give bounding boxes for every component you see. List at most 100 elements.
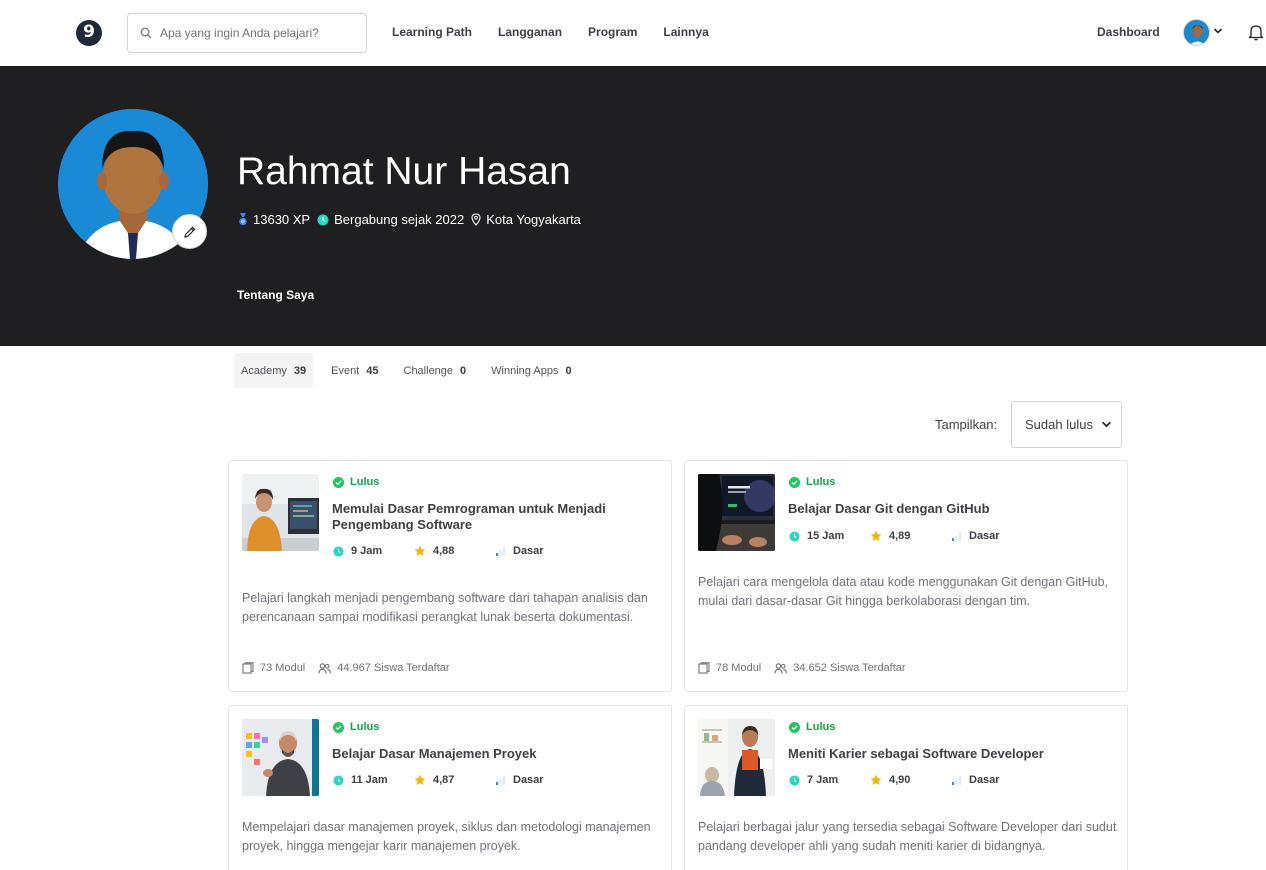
- tab-challenge[interactable]: Challenge 0: [397, 353, 474, 388]
- rating-stat: 4,90: [870, 774, 952, 786]
- status-badge: Lulus: [333, 721, 379, 733]
- level-stat: Dasar: [952, 774, 1000, 786]
- filter-value: Sudah lulus: [1025, 417, 1093, 432]
- level-stat: Dasar: [952, 530, 1000, 542]
- joined-text: Bergabung sejak 2022: [334, 212, 465, 227]
- level-text: Dasar: [513, 774, 544, 786]
- search-input[interactable]: [160, 26, 350, 40]
- modules-text: 78 Modul: [716, 662, 762, 674]
- level-bars-icon: [496, 775, 505, 785]
- level-bars-icon: [496, 546, 505, 556]
- rating-text: 4,88: [433, 545, 455, 557]
- course-stats: 11 Jam 4,87 Dasar: [333, 774, 544, 786]
- course-card[interactable]: Lulus Belajar Dasar Git dengan GitHub 15…: [684, 460, 1128, 692]
- tab-event[interactable]: Event 45: [324, 353, 385, 388]
- modules-info: 73 Modul: [242, 662, 305, 674]
- course-thumbnail: [242, 474, 319, 551]
- students-info: 44.967 Siswa Terdaftar: [318, 662, 450, 674]
- nav-link-learning-path[interactable]: Learning Path: [392, 25, 472, 39]
- level-bars-icon: [952, 775, 961, 785]
- students-text: 34.652 Siswa Terdaftar: [793, 662, 906, 674]
- status-text: Lulus: [806, 476, 836, 488]
- course-card[interactable]: Lulus Meniti Karier sebagai Software Dev…: [684, 705, 1128, 870]
- course-description: Pelajari berbagai jalur yang tersedia se…: [698, 820, 1117, 853]
- book-icon: [242, 662, 254, 674]
- tab-count: 39: [293, 364, 307, 377]
- rating-stat: 4,89: [870, 530, 952, 542]
- course-description: Mempelajari dasar manajemen proyek, sikl…: [242, 820, 651, 853]
- star-icon: [414, 774, 426, 785]
- rating-text: 4,87: [433, 774, 455, 786]
- tab-label: Winning Apps: [491, 364, 559, 377]
- location-pin-icon: [471, 213, 481, 226]
- tab-count: 0: [460, 364, 467, 377]
- book-icon: [698, 662, 710, 674]
- rating-stat: 4,88: [414, 545, 496, 557]
- location-info: Kota Yogyakarta: [471, 212, 581, 227]
- status-badge: Lulus: [789, 476, 835, 488]
- course-title[interactable]: Belajar Dasar Git dengan GitHub: [788, 501, 1108, 517]
- search-box[interactable]: [127, 13, 367, 53]
- profile-hero: Rahmat Nur Hasan 13630 XP Bergabung seja…: [0, 66, 1266, 346]
- course-thumbnail: [242, 719, 319, 796]
- edit-profile-button[interactable]: [172, 214, 207, 249]
- search-icon: [140, 27, 152, 39]
- nav-link-langganan[interactable]: Langganan: [498, 25, 562, 39]
- course-footer: 78 Modul 34.652 Siswa Terdaftar: [698, 662, 919, 674]
- course-title[interactable]: Belajar Dasar Manajemen Proyek: [332, 746, 652, 762]
- joined-info: Bergabung sejak 2022: [317, 212, 464, 227]
- nav-links: Learning Path Langganan Program Lainnya: [392, 25, 709, 39]
- chevron-down-icon[interactable]: [1213, 26, 1223, 36]
- duration-stat: 7 Jam: [789, 774, 870, 786]
- pencil-icon: [183, 226, 195, 238]
- level-stat: Dasar: [496, 774, 544, 786]
- check-circle-icon: [333, 721, 344, 733]
- star-icon: [870, 530, 882, 541]
- users-icon: [318, 662, 332, 674]
- course-thumbnail: [698, 719, 775, 796]
- course-card[interactable]: Lulus Belajar Dasar Manajemen Proyek 11 …: [228, 705, 672, 870]
- status-badge: Lulus: [333, 476, 379, 488]
- course-title[interactable]: Meniti Karier sebagai Software Developer: [788, 746, 1108, 762]
- nav-link-program[interactable]: Program: [588, 25, 637, 39]
- duration-text: 7 Jam: [807, 774, 839, 786]
- tab-academy[interactable]: Academy 39: [234, 353, 314, 388]
- medal-icon: [239, 213, 247, 226]
- rating-text: 4,89: [889, 530, 911, 542]
- course-title[interactable]: Memulai Dasar Pemrograman untuk Menjadi …: [332, 501, 652, 533]
- rating-stat: 4,87: [414, 774, 496, 786]
- tab-count: 45: [366, 364, 379, 377]
- course-thumbnail: [698, 474, 775, 551]
- bell-icon[interactable]: [1249, 23, 1263, 41]
- level-text: Dasar: [969, 530, 1000, 542]
- xp-text: 13630 XP: [253, 212, 311, 227]
- tab-winning-apps[interactable]: Winning Apps 0: [484, 353, 578, 388]
- clock-icon: [333, 774, 344, 786]
- students-text: 44.967 Siswa Terdaftar: [337, 662, 450, 674]
- check-circle-icon: [789, 476, 800, 488]
- user-avatar[interactable]: [1183, 19, 1210, 46]
- course-card[interactable]: Lulus Memulai Dasar Pemrograman untuk Me…: [228, 460, 672, 692]
- course-description: Pelajari langkah menjadi pengembang soft…: [242, 591, 648, 624]
- duration-text: 11 Jam: [351, 774, 388, 786]
- users-icon: [774, 662, 788, 674]
- star-icon: [414, 545, 426, 556]
- duration-stat: 9 Jam: [333, 545, 414, 557]
- course-stats: 15 Jam 4,89 Dasar: [789, 530, 1000, 542]
- duration-text: 15 Jam: [807, 530, 845, 542]
- dashboard-link[interactable]: Dashboard: [1097, 25, 1160, 39]
- xp-badge: 13630 XP: [238, 212, 310, 227]
- clock-icon: [789, 530, 800, 542]
- filter-dropdown[interactable]: Sudah lulus: [1011, 401, 1122, 448]
- nav-link-lainnya[interactable]: Lainnya: [663, 25, 708, 39]
- students-info: 34.652 Siswa Terdaftar: [774, 662, 906, 674]
- tab-label: Challenge: [403, 364, 454, 377]
- status-badge: Lulus: [789, 721, 835, 733]
- profile-tabs: Academy 39 Event 45 Challenge 0 Winning App…: [234, 353, 590, 388]
- status-text: Lulus: [806, 721, 836, 733]
- check-circle-icon: [333, 476, 344, 488]
- status-text: Lulus: [350, 721, 380, 733]
- tab-tentang-saya[interactable]: Tentang Saya: [237, 288, 314, 302]
- profile-name: Rahmat Nur Hasan: [237, 150, 571, 193]
- dicoding-logo[interactable]: 9: [76, 20, 102, 46]
